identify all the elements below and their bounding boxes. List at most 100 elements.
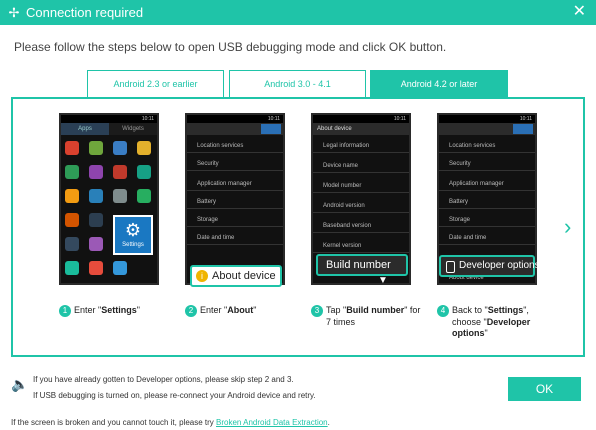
about-row: Baseband version	[313, 219, 409, 233]
about-row: Legal information	[313, 139, 409, 153]
step-1-caption: 1 Enter "Settings"	[59, 305, 140, 317]
step-bold-text: Build number	[346, 305, 405, 315]
app-icon	[113, 165, 127, 179]
app-icon	[65, 141, 79, 155]
step-3-caption: 3 Tap "Build number" for 7 times	[311, 305, 420, 328]
about-row: Kernel version	[313, 239, 409, 253]
broken-android-link[interactable]: Broken Android Data Extraction	[216, 418, 328, 427]
tab-android-3-0[interactable]: Android 3.0 - 4.1	[229, 70, 366, 97]
settings-row: Battery	[439, 195, 535, 209]
app-icon	[113, 141, 127, 155]
window-title: Connection required	[26, 5, 144, 20]
step-text: Enter "	[200, 305, 228, 315]
app-logo-icon: ✢	[8, 5, 20, 20]
footer-suffix: .	[327, 418, 330, 427]
about-row: Device name	[313, 159, 409, 173]
phone-screenshot-apps: 10:11 Apps Widgets ⚙ Settings	[59, 113, 159, 285]
ok-button[interactable]: OK	[508, 377, 581, 401]
developer-icon	[446, 261, 455, 273]
status-bar-time: 10:11	[439, 115, 535, 123]
step-number-badge: 4	[437, 305, 449, 317]
settings-tabs-header	[187, 123, 283, 135]
build-number-highlight: Build number	[316, 254, 408, 276]
step-2-caption: 2 Enter "About"	[185, 305, 256, 317]
step-bold-text: Settings	[487, 305, 524, 315]
step-4-caption: 4 Back to "Settings", choose "Developer o…	[437, 305, 530, 339]
app-icon	[65, 237, 79, 251]
close-icon[interactable]: ✕	[573, 3, 586, 21]
gear-icon: ⚙	[124, 220, 142, 240]
settings-row: Date and time	[187, 231, 283, 245]
settings-row: Security	[187, 157, 283, 171]
about-row: Android version	[313, 199, 409, 213]
note-reconnect: If USB debugging is turned on, please re…	[33, 391, 316, 400]
app-icon	[89, 261, 103, 275]
developer-options-label: Developer options	[459, 260, 540, 271]
info-icon: i	[196, 270, 208, 282]
developer-options-highlight: Developer options	[439, 255, 540, 277]
status-bar-time: 10:11	[313, 115, 409, 123]
status-bar-time: 10:11	[61, 115, 157, 123]
step-text: "	[484, 328, 488, 338]
settings-row: Security	[439, 157, 535, 171]
instruction-text: Please follow the steps below to open US…	[14, 40, 447, 54]
step-number-badge: 3	[311, 305, 323, 317]
step-text: 7 times	[326, 317, 356, 327]
instruction-panel: 10:11 Apps Widgets ⚙ Settings 10:11 Loca…	[11, 97, 585, 357]
step-bold-text: About	[227, 305, 254, 315]
settings-app-tile: ⚙ Settings	[113, 215, 153, 255]
step-number-badge: 1	[59, 305, 71, 317]
more-tab-icon	[513, 124, 533, 134]
settings-tile-label: Settings	[122, 242, 144, 248]
settings-row: Application manager	[187, 177, 283, 191]
widgets-tab: Widgets	[109, 123, 157, 135]
about-device-header: About device	[313, 123, 409, 135]
tab-android-4-2[interactable]: Android 4.2 or later	[370, 70, 508, 97]
step-text: Tap "	[326, 305, 347, 315]
settings-row: Battery	[187, 195, 283, 209]
app-icon	[65, 165, 79, 179]
settings-row: Location services	[439, 139, 535, 153]
footer-text: If the screen is broken and you cannot t…	[11, 418, 330, 428]
settings-row: Storage	[187, 213, 283, 227]
apps-tab: Apps	[61, 123, 109, 135]
app-icon	[137, 189, 151, 203]
app-icon	[89, 165, 103, 179]
settings-row: Storage	[439, 213, 535, 227]
title-bar: ✢ Connection required ✕	[0, 0, 596, 25]
step-number-badge: 2	[185, 305, 197, 317]
app-icon	[89, 141, 103, 155]
footer-prefix: If the screen is broken and you cannot t…	[11, 418, 217, 427]
app-icon	[65, 213, 79, 227]
step-text: ",	[523, 305, 529, 315]
step-bold-text: options	[452, 328, 485, 338]
about-row: Model number	[313, 179, 409, 193]
note-skip-steps: If you have already gotten to Developer …	[33, 375, 294, 384]
more-tab-icon	[261, 124, 281, 134]
app-icon	[65, 189, 79, 203]
app-icon	[89, 189, 103, 203]
arrow-down-icon: ▼	[378, 275, 388, 286]
speaker-icon: 🔈	[11, 376, 29, 392]
app-icon	[137, 165, 151, 179]
settings-row: Location services	[187, 139, 283, 153]
tab-android-2-3[interactable]: Android 2.3 or earlier	[87, 70, 224, 97]
build-number-label: Build number	[326, 259, 391, 271]
app-icon	[65, 261, 79, 275]
step-text: " for	[404, 305, 421, 315]
status-bar-time: 10:11	[187, 115, 283, 123]
app-icon	[89, 213, 103, 227]
about-device-highlight: i About device	[190, 265, 282, 287]
settings-tabs-header	[439, 123, 535, 135]
phone-screenshot-settings: 10:11 Location services Security Applica…	[185, 113, 285, 285]
next-arrow-icon[interactable]: ›	[564, 216, 571, 238]
settings-row: Date and time	[439, 231, 535, 245]
app-icon	[113, 261, 127, 275]
about-device-label: About device	[212, 270, 276, 282]
step-text: Back to "	[452, 305, 488, 315]
settings-row: Application manager	[439, 177, 535, 191]
app-icon	[137, 141, 151, 155]
step-text: choose "	[452, 317, 487, 327]
step-text: "	[253, 305, 257, 315]
step-text: Enter "	[74, 305, 102, 315]
